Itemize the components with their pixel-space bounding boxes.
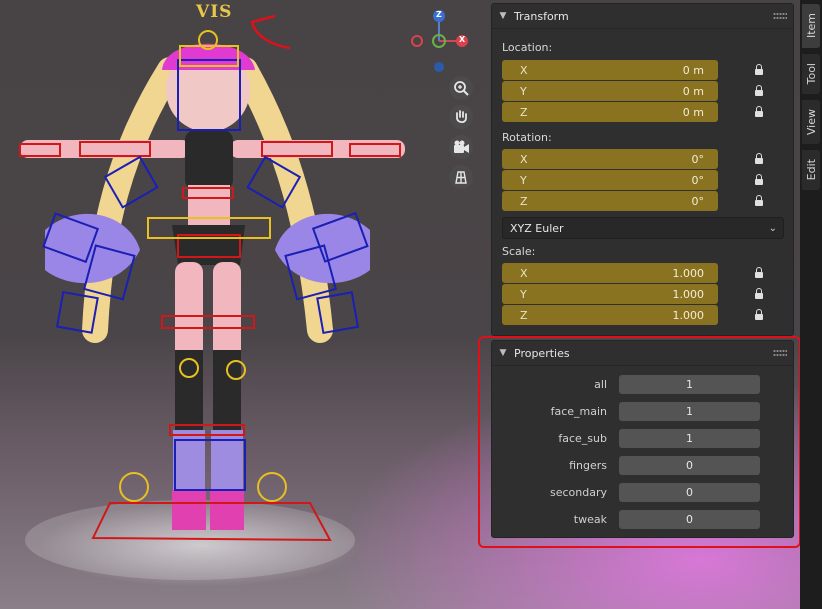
prop-field-face-main[interactable]: 1	[619, 402, 760, 421]
tab-label: Edit	[804, 159, 818, 181]
prop-label-tweak: tweak	[573, 513, 607, 526]
transform-title: Transform	[514, 9, 569, 23]
lock-icon[interactable]	[754, 153, 764, 165]
grid-icon[interactable]	[449, 165, 473, 189]
lock-icon[interactable]	[754, 85, 764, 97]
location-y-field[interactable]: Y 0 m	[502, 81, 718, 101]
prop-label-all: all	[594, 378, 607, 391]
lock-icon[interactable]	[754, 195, 764, 207]
lock-icon[interactable]	[754, 174, 764, 186]
scale-x-field[interactable]: X 1.000	[502, 263, 718, 283]
transform-panel-header[interactable]: ▼ Transform	[492, 4, 793, 29]
lock-icon[interactable]	[754, 106, 764, 118]
scale-label: Scale:	[502, 245, 536, 258]
drag-handle-icon[interactable]	[773, 349, 787, 357]
scale-z-field[interactable]: Z 1.000	[502, 305, 718, 325]
axis-label: Z	[520, 308, 528, 322]
tab-edit[interactable]: Edit	[802, 150, 820, 190]
rotation-label: Rotation:	[502, 131, 552, 144]
transform-panel: ▼ Transform Location: X 0 m Y 0 m Z 0 m Rot…	[491, 3, 794, 336]
properties-panel: ▼ Properties all 1 face_main 1 face_sub …	[491, 340, 794, 538]
field-value: 0°	[691, 152, 705, 166]
rotation-y-field[interactable]: Y 0°	[502, 170, 718, 190]
prop-label-secondary: secondary	[549, 486, 607, 499]
rotation-mode-dropdown[interactable]: XYZ Euler ⌄	[502, 217, 784, 239]
rotation-x-field[interactable]: X 0°	[502, 149, 718, 169]
prop-field-face-sub[interactable]: 1	[619, 429, 760, 448]
chevron-down-icon: ▼	[499, 348, 507, 358]
axis-label: X	[520, 152, 528, 166]
camera-icon[interactable]	[449, 135, 473, 159]
field-value: 1.000	[672, 287, 705, 301]
location-label: Location:	[502, 41, 553, 54]
sidebar-tab-strip: Item Tool View Edit	[800, 0, 822, 609]
tab-label: View	[804, 108, 818, 136]
tab-view[interactable]: View	[802, 100, 820, 144]
prop-label-face-main: face_main	[550, 405, 607, 418]
properties-title: Properties	[514, 346, 570, 360]
prop-field-tweak[interactable]: 0	[619, 510, 760, 529]
prop-label-face-sub: face_sub	[558, 432, 607, 445]
lock-icon[interactable]	[754, 267, 764, 279]
rotation-mode-value: XYZ Euler	[510, 221, 564, 235]
rotation-z-field[interactable]: Z 0°	[502, 191, 718, 211]
annotation-text: VIS	[196, 2, 233, 22]
field-value: 1.000	[672, 308, 705, 322]
axis-label: Y	[520, 84, 527, 98]
axis-label: Y	[520, 173, 527, 187]
zoom-icon[interactable]	[449, 76, 473, 100]
prop-label-fingers: fingers	[569, 459, 607, 472]
field-value: 1.000	[672, 266, 705, 280]
field-value: 0°	[691, 194, 705, 208]
prop-field-secondary[interactable]: 0	[619, 483, 760, 502]
tab-label: Tool	[804, 63, 818, 85]
field-value: 0 m	[682, 84, 704, 98]
axis-label: Z	[520, 194, 528, 208]
axis-label: Z	[520, 105, 528, 119]
location-z-field[interactable]: Z 0 m	[502, 102, 718, 122]
field-value: 0°	[691, 173, 705, 187]
field-value: 0 m	[682, 105, 704, 119]
lock-icon[interactable]	[754, 64, 764, 76]
lock-icon[interactable]	[754, 309, 764, 321]
tab-item[interactable]: Item	[802, 4, 820, 48]
axis-label: Y	[520, 287, 527, 301]
prop-field-all[interactable]: 1	[619, 375, 760, 394]
gizmo-x-label: X	[459, 35, 466, 44]
prop-field-fingers[interactable]: 0	[619, 456, 760, 475]
properties-panel-header[interactable]: ▼ Properties	[492, 341, 793, 366]
chevron-down-icon: ▼	[499, 11, 507, 21]
location-x-field[interactable]: X 0 m	[502, 60, 718, 80]
hand-pan-icon[interactable]	[449, 105, 473, 129]
field-value: 0 m	[682, 63, 704, 77]
lock-icon[interactable]	[754, 288, 764, 300]
axis-label: X	[520, 266, 528, 280]
axis-label: X	[520, 63, 528, 77]
gizmo-z-label: Z	[436, 10, 442, 19]
scale-y-field[interactable]: Y 1.000	[502, 284, 718, 304]
tab-tool[interactable]: Tool	[802, 54, 820, 94]
chevron-down-icon: ⌄	[768, 222, 777, 234]
tab-label: Item	[804, 13, 818, 39]
drag-handle-icon[interactable]	[773, 12, 787, 20]
